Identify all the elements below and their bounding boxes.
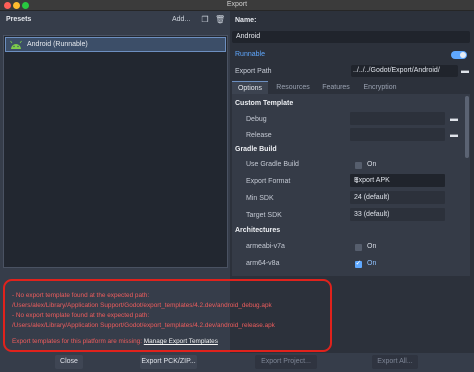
preset-item-label: Android (Runnable)	[27, 41, 88, 48]
title-bar: Export	[0, 0, 474, 11]
tab-resources[interactable]: Resources	[272, 81, 314, 94]
duplicate-icon[interactable]: ❐	[200, 15, 210, 25]
export-pck-button[interactable]: Export PCK/ZIP...	[140, 355, 197, 369]
preset-list[interactable]: Android (Runnable)	[3, 35, 228, 268]
name-label: Name:	[235, 17, 257, 24]
target-sdk-label: Target SDK	[246, 212, 282, 219]
export-format-select[interactable]: Export APK ⇕	[350, 174, 445, 187]
presets-label: Presets	[6, 16, 32, 23]
tab-encryption[interactable]: Encryption	[358, 81, 402, 94]
bottom-bar: Close Export PCK/ZIP... Export Project..…	[0, 353, 474, 372]
error-line-missing: Export templates for this platform are m…	[12, 338, 218, 345]
updown-arrows-icon: ⇕	[354, 178, 360, 185]
runnable-label: Runnable	[235, 51, 265, 58]
name-input-value: Android	[236, 33, 261, 40]
release-template-input[interactable]	[350, 128, 445, 141]
debug-template-input[interactable]	[350, 112, 445, 125]
android-icon	[10, 40, 22, 49]
arch-checkbox-armeabi[interactable]	[355, 244, 362, 251]
arch-checkbox-arm64[interactable]	[355, 259, 362, 268]
target-sdk-value: 33 (default)	[354, 211, 390, 218]
architectures-title: Architectures	[235, 227, 281, 234]
export-all-button[interactable]: Export All...	[372, 355, 418, 369]
export-path-input[interactable]: ../../../Godot/Export/Android/	[351, 65, 458, 77]
use-gradle-checkbox[interactable]	[355, 162, 362, 169]
arch-label-armeabi: armeabi-v7a	[246, 243, 285, 250]
close-button[interactable]: Close	[55, 355, 83, 369]
options-scrollbar[interactable]	[465, 96, 469, 158]
preset-item-android[interactable]: Android (Runnable)	[5, 37, 226, 52]
error-line: /Users/alex/Library/Application Support/…	[12, 302, 272, 309]
arch-value-arm64: On	[367, 260, 377, 267]
min-sdk-input[interactable]: 24 (default)	[350, 191, 445, 204]
name-input[interactable]: Android	[232, 31, 470, 43]
error-line: - No export template found at the expect…	[12, 312, 150, 319]
manage-templates-link[interactable]: Manage Export Templates	[144, 338, 218, 345]
debug-label: Debug	[246, 116, 267, 123]
trash-icon[interactable]: 🗑	[215, 15, 225, 25]
export-project-button[interactable]: Export Project...	[255, 355, 317, 369]
folder-icon[interactable]: ▬	[449, 114, 459, 124]
export-format-label: Export Format	[246, 178, 291, 185]
folder-icon[interactable]: ▬	[449, 130, 459, 140]
error-line: /Users/alex/Library/Application Support/…	[12, 322, 275, 329]
gradle-build-title: Gradle Build	[235, 146, 277, 153]
export-path-label: Export Path	[235, 68, 272, 75]
error-messages-box: - No export template found at the expect…	[3, 279, 332, 352]
tab-bar: Options Resources Features Encryption	[232, 81, 470, 94]
folder-icon[interactable]: ▬	[460, 66, 470, 76]
tab-features[interactable]: Features	[318, 81, 354, 94]
target-sdk-input[interactable]: 33 (default)	[350, 208, 445, 221]
min-sdk-label: Min SDK	[246, 195, 274, 202]
error-line: - No export template found at the expect…	[12, 292, 150, 299]
arch-label-arm64: arm64-v8a	[246, 260, 280, 267]
window-title: Export	[226, 1, 248, 8]
runnable-toggle[interactable]	[451, 51, 467, 59]
missing-templates-text: Export templates for this platform are m…	[12, 338, 142, 345]
options-panel[interactable]: Custom Template Debug ▬ Release ▬ Gradle…	[232, 94, 470, 276]
add-preset-button[interactable]: Add...	[172, 16, 190, 23]
use-gradle-label: Use Gradle Build	[246, 161, 299, 168]
arch-value-armeabi: On	[367, 243, 377, 250]
min-sdk-value: 24 (default)	[354, 194, 390, 201]
export-path-value: ../../../Godot/Export/Android/	[353, 67, 440, 74]
use-gradle-value: On	[367, 161, 377, 168]
release-label: Release	[246, 132, 272, 139]
custom-template-title: Custom Template	[235, 100, 294, 107]
tab-options[interactable]: Options	[232, 81, 268, 94]
